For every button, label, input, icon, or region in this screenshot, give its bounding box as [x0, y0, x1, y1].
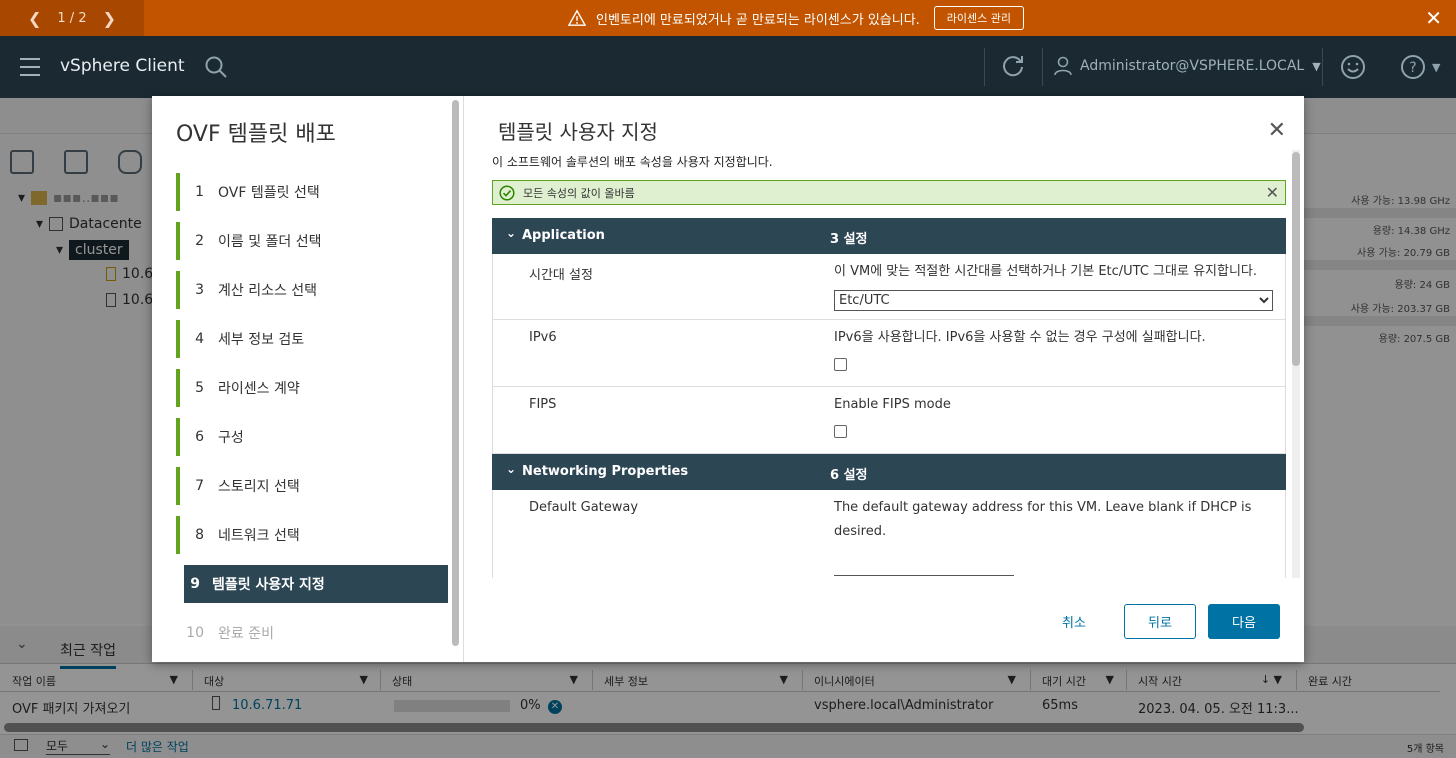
user-name: Administrator@VSPHERE.LOCAL: [1080, 58, 1305, 74]
default-gateway-input[interactable]: [834, 575, 1014, 576]
warning-icon: [568, 9, 586, 26]
wizard-step-4[interactable]: 4 세부 정보 검토: [176, 320, 448, 358]
content-scrollbar[interactable]: [1292, 150, 1300, 578]
alert-pager: ❮ 1 / 2 ❯: [0, 0, 144, 36]
page-title: 템플릿 사용자 지정: [498, 120, 658, 144]
prop-default-gateway: Default Gateway The default gateway addr…: [492, 490, 1286, 578]
wizard-step-9-active[interactable]: 9 템플릿 사용자 지정: [184, 565, 448, 603]
alert-pager-text: 1 / 2: [57, 10, 87, 26]
license-alert-bar: ❮ 1 / 2 ❯ 인벤토리에 만료되었거나 곧 만료되는 라이센스가 있습니다…: [0, 0, 1456, 36]
dismiss-banner-icon[interactable]: ✕: [1266, 183, 1279, 202]
wizard-step-2[interactable]: 2 이름 및 폴더 선택: [176, 222, 448, 260]
alert-message: 인벤토리에 만료되었거나 곧 만료되는 라이센스가 있습니다.: [596, 12, 920, 28]
group-application[interactable]: ⌄ Application 3 설정: [492, 218, 1286, 254]
svg-text:?: ?: [1409, 60, 1416, 76]
wizard-step-5[interactable]: 5 라이센스 계약: [176, 369, 448, 407]
sidebar-scrollbar[interactable]: [452, 100, 459, 646]
wizard-step-1[interactable]: 1 OVF 템플릿 선택: [176, 173, 448, 211]
page-subtitle: 이 소프트웨어 솔루션의 배포 속성을 사용자 지정합니다.: [492, 155, 773, 169]
next-button[interactable]: 다음: [1208, 604, 1280, 639]
hamburger-menu-icon[interactable]: [20, 58, 40, 82]
help-menu[interactable]: ? ▼: [1400, 54, 1440, 80]
fips-checkbox[interactable]: [834, 425, 847, 438]
close-icon[interactable]: ✕: [1268, 120, 1286, 142]
help-icon: ?: [1401, 55, 1425, 79]
chevron-down-icon: ▼: [1432, 60, 1441, 74]
validation-success-banner: 모든 속성의 값이 올바름 ✕: [492, 180, 1286, 205]
success-message: 모든 속성의 값이 올바름: [523, 186, 635, 200]
prop-timezone: 시간대 설정 이 VM에 맞는 적절한 시간대를 선택하거나 기본 Etc/UT…: [492, 254, 1286, 320]
deploy-ovf-wizard: OVF 템플릿 배포 1 OVF 템플릿 선택 2 이름 및 폴더 선택 3 계산 리…: [152, 96, 1304, 662]
wizard-title: OVF 템플릿 배포: [176, 122, 336, 147]
close-alert-icon[interactable]: ✕: [1425, 8, 1442, 28]
prop-ipv6: IPv6 IPv6을 사용합니다. IPv6을 사용할 수 없는 경우 구성에 …: [492, 320, 1286, 387]
chevron-down-icon: ⌄: [506, 462, 517, 476]
ipv6-checkbox[interactable]: [834, 358, 847, 371]
back-button[interactable]: 뒤로: [1124, 604, 1196, 639]
wizard-step-3[interactable]: 3 계산 리소스 선택: [176, 271, 448, 309]
app-header: vSphere Client Administrator@VSPHERE.LOC…: [0, 36, 1456, 98]
template-properties: ⌄ Application 3 설정 시간대 설정 이 VM에 맞는 적절한 시…: [492, 218, 1286, 578]
group-networking-properties[interactable]: ⌄ Networking Properties 6 설정: [492, 454, 1286, 490]
user-menu[interactable]: Administrator@VSPHERE.LOCAL ▼: [1054, 56, 1321, 76]
prev-alert-icon[interactable]: ❮: [28, 9, 41, 28]
wizard-sidebar: OVF 템플릿 배포 1 OVF 템플릿 선택 2 이름 및 폴더 선택 3 계산 리…: [152, 96, 464, 662]
feedback-smile-icon[interactable]: [1340, 54, 1366, 80]
chevron-down-icon: ▼: [1312, 59, 1321, 73]
manage-licenses-button[interactable]: 라이센스 관리: [933, 6, 1025, 30]
wizard-step-6[interactable]: 6 구성: [176, 418, 448, 456]
wizard-step-10: 10 완료 준비: [176, 614, 448, 652]
app-title: vSphere Client: [60, 56, 185, 76]
search-icon[interactable]: [204, 55, 228, 79]
refresh-icon[interactable]: [1000, 53, 1026, 79]
chevron-down-icon: ⌄: [506, 226, 517, 240]
cancel-button[interactable]: 취소: [1038, 604, 1110, 639]
wizard-content: 템플릿 사용자 지정 ✕ 이 소프트웨어 솔루션의 배포 속성을 사용자 지정합…: [464, 96, 1304, 662]
timezone-select[interactable]: Etc/UTC: [834, 290, 1273, 311]
wizard-step-8[interactable]: 8 네트워크 선택: [176, 516, 448, 554]
next-alert-icon[interactable]: ❯: [103, 9, 116, 28]
user-icon: [1054, 56, 1072, 76]
check-circle-icon: [499, 184, 515, 201]
prop-fips: FIPS Enable FIPS mode: [492, 387, 1286, 454]
wizard-step-7[interactable]: 7 스토리지 선택: [176, 467, 448, 505]
